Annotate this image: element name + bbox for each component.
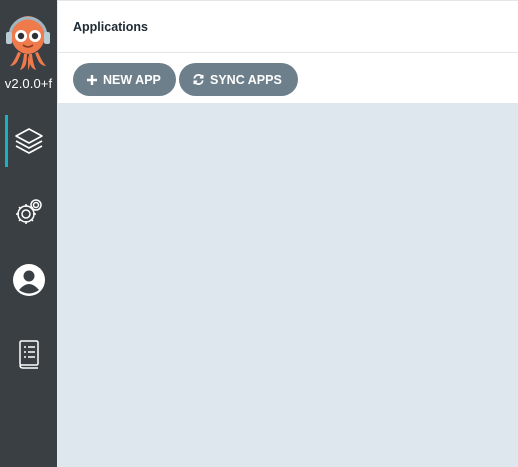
applications-content-area [58, 103, 518, 467]
sidebar-item-settings[interactable] [0, 186, 57, 238]
new-app-label: NEW APP [103, 72, 161, 87]
argo-logo[interactable] [4, 12, 52, 74]
sync-icon [192, 73, 205, 86]
user-icon [12, 263, 46, 297]
version-label: v2.0.0+f [4, 76, 53, 91]
page-title: Applications [73, 20, 149, 34]
sidebar-item-documentation[interactable] [0, 328, 57, 380]
layers-icon [13, 125, 45, 157]
sidebar-item-applications[interactable] [0, 115, 57, 167]
sync-apps-button[interactable]: SYNC APPS [179, 63, 298, 96]
top-bar: Applications [58, 0, 518, 53]
docs-icon [16, 338, 42, 370]
sidebar: v2.0.0+f [0, 0, 57, 467]
new-app-button[interactable]: NEW APP [73, 63, 176, 96]
sidebar-item-user-info[interactable] [0, 254, 57, 306]
toolbar: NEW APP SYNC APPS [58, 54, 518, 103]
plus-icon [86, 74, 98, 86]
sync-apps-label: SYNC APPS [210, 72, 282, 87]
gear-icon [14, 197, 44, 227]
